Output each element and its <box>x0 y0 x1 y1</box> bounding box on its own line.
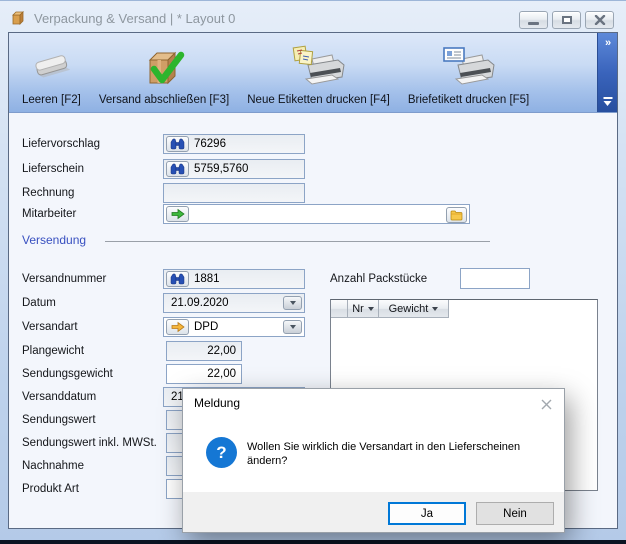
lieferschein-field[interactable]: 5759,5760 <box>163 159 305 179</box>
toolbar-label: Neue Etiketten drucken [F4] <box>247 94 390 106</box>
table-header: Nr Gewicht <box>331 300 597 318</box>
sort-arrow-icon <box>368 307 374 311</box>
versandnummer-field[interactable]: 1881 <box>163 269 305 289</box>
dialog-message-line: Wollen Sie wirklich die Versandart in de… <box>247 440 520 454</box>
printer-letter-icon <box>442 42 496 94</box>
search-icon[interactable] <box>166 136 189 152</box>
dialog-message-line: ändern? <box>247 454 520 468</box>
dialog-close-button[interactable] <box>538 396 554 412</box>
dialog-message: Wollen Sie wirklich die Versandart in de… <box>247 440 520 468</box>
versandnummer-value: 1881 <box>189 273 220 285</box>
lieferschein-label: Lieferschein <box>22 159 84 179</box>
versandnummer-label: Versandnummer <box>22 269 106 289</box>
search-icon[interactable] <box>166 271 189 287</box>
chevron-down-icon[interactable] <box>283 296 302 310</box>
close-icon <box>594 15 606 25</box>
chevron-down-icon[interactable] <box>283 320 302 334</box>
toolbar-button-leeren[interactable]: Leeren [F2] <box>13 35 90 112</box>
versandart-field[interactable]: DPD <box>163 317 305 337</box>
printer-labels-icon <box>292 42 346 94</box>
anzahl-packstuecke-label: Anzahl Packstücke <box>330 269 427 289</box>
column-label: Gewicht <box>389 303 429 315</box>
plangewicht-value: 22,00 <box>207 345 236 357</box>
minimize-button[interactable] <box>519 11 548 29</box>
toolbar-options-icon[interactable] <box>603 97 612 106</box>
lieferschein-value: 5759,5760 <box>189 163 248 175</box>
sendungsgewicht-label: Sendungsgewicht <box>22 364 113 384</box>
plangewicht-label: Plangewicht <box>22 341 84 361</box>
toolbar-overflow-icon[interactable]: » <box>598 37 617 49</box>
section-divider <box>105 241 490 242</box>
close-button[interactable] <box>585 11 614 29</box>
toolbar-button-versand-abschliessen[interactable]: Versand abschließen [F3] <box>90 35 238 112</box>
question-icon: ? <box>206 437 237 468</box>
rechnung-field[interactable] <box>163 183 305 203</box>
toolbar-button-briefetikett-drucken[interactable]: Briefetikett drucken [F5] <box>399 35 538 112</box>
table-header-gewicht[interactable]: Gewicht <box>379 300 449 318</box>
datum-value: 21.09.2020 <box>166 297 229 309</box>
mitarbeiter-label: Mitarbeiter <box>22 204 76 224</box>
maximize-icon <box>562 16 572 24</box>
versandart-label: Versandart <box>22 317 78 337</box>
mitarbeiter-field[interactable] <box>163 204 470 224</box>
maximize-button[interactable] <box>552 11 581 29</box>
sendungsgewicht-value: 22,00 <box>207 368 236 380</box>
liefervorschlag-value: 76296 <box>189 138 226 150</box>
table-header-nr[interactable]: Nr <box>348 300 379 318</box>
sendungswert-mwst-label: Sendungswert inkl. MWSt. <box>22 433 157 453</box>
versanddatum-label: Versanddatum <box>22 387 96 407</box>
plangewicht-field[interactable]: 22,00 <box>166 341 242 361</box>
sort-arrow-icon <box>432 307 438 311</box>
window-controls <box>519 11 614 29</box>
datum-label: Datum <box>22 293 56 313</box>
section-title-versendung: Versendung <box>22 233 86 247</box>
toolbar-overflow-strip[interactable]: » <box>597 33 617 112</box>
window-title: Verpackung & Versand | * Layout 0 <box>34 11 235 26</box>
sendungsgewicht-field[interactable]: 22,00 <box>166 364 242 384</box>
window-bottom-edge <box>0 540 626 544</box>
package-icon <box>10 10 27 26</box>
app-window: Verpackung & Versand | * Layout 0 <box>0 0 626 544</box>
liefervorschlag-label: Liefervorschlag <box>22 134 100 154</box>
package-check-icon <box>140 42 188 94</box>
sendungswert-label: Sendungswert <box>22 410 96 430</box>
yes-button[interactable]: Ja <box>388 502 466 525</box>
no-button[interactable]: Nein <box>476 502 554 525</box>
toolbar-label: Briefetikett drucken [F5] <box>408 94 529 106</box>
eraser-icon <box>28 42 74 94</box>
dialog-title: Meldung <box>194 396 240 410</box>
anzahl-packstuecke-input[interactable] <box>460 268 530 289</box>
liefervorschlag-field[interactable]: 76296 <box>163 134 305 154</box>
rechnung-label: Rechnung <box>22 183 74 203</box>
nachnahme-label: Nachnahme <box>22 456 84 476</box>
datum-field[interactable]: 21.09.2020 <box>163 293 305 313</box>
titlebar: Verpackung & Versand | * Layout 0 <box>10 7 235 29</box>
search-icon[interactable] <box>166 161 189 177</box>
toolbar: Leeren [F2] Versand abschließen [F3] <box>9 33 617 113</box>
toolbar-label: Leeren [F2] <box>22 94 81 106</box>
goto-arrow-orange-icon[interactable] <box>166 319 189 335</box>
folder-icon[interactable] <box>446 207 467 223</box>
produkt-art-label: Produkt Art <box>22 479 79 499</box>
toolbar-button-neue-etiketten-drucken[interactable]: Neue Etiketten drucken [F4] <box>238 35 399 112</box>
meldung-dialog: Meldung ? Wollen Sie wirklich die Versan… <box>182 388 565 533</box>
versandart-value: DPD <box>189 321 218 333</box>
column-label: Nr <box>352 303 364 315</box>
close-icon <box>540 398 553 411</box>
goto-arrow-icon[interactable] <box>166 206 189 222</box>
minimize-icon <box>528 22 539 25</box>
table-corner-cell[interactable] <box>331 300 348 318</box>
toolbar-label: Versand abschließen [F3] <box>99 94 229 106</box>
